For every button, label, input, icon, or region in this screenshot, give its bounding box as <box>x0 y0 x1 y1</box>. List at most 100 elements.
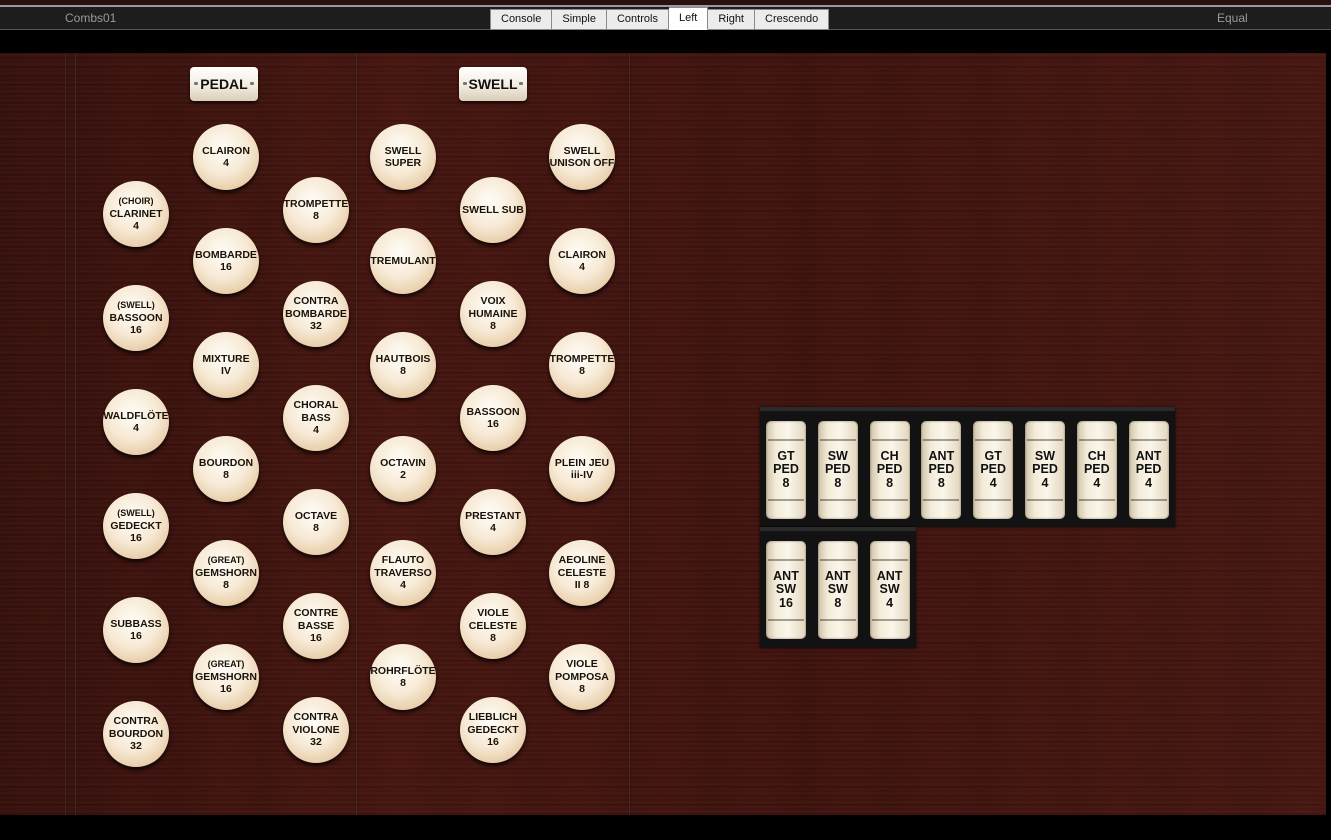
stop-knob-pitch: iii-IV <box>570 469 594 481</box>
coupler-tablet-label: PED <box>1135 462 1162 477</box>
coupler-tablet-row2-1[interactable]: ANT SW 16 <box>766 541 806 639</box>
view-tabs: Console Simple Controls Left Right Cresc… <box>490 7 830 30</box>
stop-knob-swell-col3-3[interactable]: TROMPETTE 8 <box>549 318 615 398</box>
stop-knob-pedal-col1-5[interactable]: SUBBASS 16 <box>103 583 169 663</box>
stop-knob-pedal-col2-4[interactable]: BOURDON 8 <box>193 422 259 502</box>
stop-knob-pitch: 4 <box>313 424 319 437</box>
stop-knob-pedal-col1-3[interactable]: WALDFLÖTE 4 <box>103 375 169 455</box>
stop-knob-pitch: 16 <box>487 418 499 430</box>
coupler-tablet-label: PED <box>824 462 851 477</box>
stop-knob-pitch: 4 <box>579 261 585 273</box>
stop-knob-pedal-col2-1[interactable]: CLAIRON 4 <box>193 110 259 190</box>
stop-knob-pedal-col1-4[interactable]: (SWELL) GEDECKT 16 <box>103 479 169 559</box>
stop-knob-pitch: 8 <box>400 365 406 377</box>
tab-crescendo[interactable]: Crescendo <box>755 9 830 30</box>
stop-knob-pitch: IV <box>221 365 231 377</box>
coupler-tablet-label: 8 <box>834 475 842 490</box>
tab-console[interactable]: Console <box>490 9 553 30</box>
coupler-tablet-label: ANT <box>876 568 903 583</box>
bottom-band <box>0 815 1331 840</box>
stop-knob-name: VIOLE CELESTE <box>468 607 518 632</box>
stop-knob-division: (GREAT) <box>207 659 245 670</box>
coupler-tablet-label: GT <box>777 448 795 463</box>
stop-knob-name: GEMSHORN <box>195 670 257 683</box>
stop-knob-swell-col2-3[interactable]: BASSOON 16 <box>460 371 526 451</box>
coupler-tablet-row1-5[interactable]: GT PED 4 <box>973 421 1014 519</box>
panel-right-edge <box>1326 53 1331 815</box>
stop-knob-division: (SWELL) <box>117 300 155 311</box>
stop-knob-swell-col3-2[interactable]: CLAIRON 4 <box>549 214 615 294</box>
stop-knob-division: (GREAT) <box>207 555 245 566</box>
stop-knob-pitch: 16 <box>130 532 142 545</box>
stop-knob-name: CONTRA VIOLONE <box>292 711 340 736</box>
stop-knob-pedal-col2-6[interactable]: (GREAT) GEMSHORN 16 <box>193 630 259 710</box>
stop-knob-swell-col1-6[interactable]: ROHRFLÖTE 8 <box>370 630 436 710</box>
temperament-label[interactable]: Equal <box>1217 11 1248 25</box>
coupler-tablet-label: ANT <box>824 568 851 583</box>
tab-controls[interactable]: Controls <box>606 9 669 30</box>
stop-knob-name: CLAIRON <box>558 248 606 261</box>
coupler-tablet-label: ANT <box>773 568 799 583</box>
stop-knob-swell-col1-4[interactable]: OCTAVIN 2 <box>370 422 436 502</box>
coupler-tablet-row1-2[interactable]: SW PED 8 <box>817 421 858 519</box>
stop-knob-swell-col3-6[interactable]: VIOLE POMPOSA 8 <box>549 630 615 710</box>
coupler-tablet-label: PED <box>1032 462 1058 477</box>
stop-knob-swell-col3-5[interactable]: AEOLINE CELESTE II 8 <box>549 526 615 606</box>
stop-knob-swell-col2-2[interactable]: VOIX HUMAINE 8 <box>460 267 526 347</box>
tab-right[interactable]: Right <box>708 9 755 30</box>
stop-knob-pedal-col3-1[interactable]: TROMPETTE 8 <box>283 163 349 243</box>
stop-knob-swell-col2-6[interactable]: LIEBLICH GEDECKT 16 <box>460 683 526 763</box>
stop-knob-name: CONTRE BASSE <box>293 607 339 632</box>
stop-knob-name: OCTAVE <box>294 509 338 522</box>
stop-knob-swell-col1-5[interactable]: FLAUTO TRAVERSO 4 <box>370 526 436 606</box>
stop-knob-swell-col2-5[interactable]: VIOLE CELESTE 8 <box>460 579 526 659</box>
stop-knob-swell-col1-3[interactable]: HAUTBOIS 8 <box>370 318 436 398</box>
coupler-tablet-row1-7[interactable]: CH PED 4 <box>1076 421 1117 519</box>
stop-knob-pitch: II 8 <box>574 579 590 592</box>
stop-knob-pedal-col3-6[interactable]: CONTRA VIOLONE 32 <box>283 683 349 763</box>
stop-knob-pedal-col2-2[interactable]: BOMBARDE 16 <box>193 214 259 294</box>
coupler-tablet-row1-3[interactable]: CH PED 8 <box>869 421 910 519</box>
stop-knob-pedal-col1-2[interactable]: (SWELL) BASSOON 16 <box>103 271 169 351</box>
stop-knob-swell-col3-1[interactable]: SWELL UNISON OFF <box>549 110 615 190</box>
coupler-tablet-row2-3[interactable]: ANT SW 4 <box>869 541 910 639</box>
coupler-tablet-label: 8 <box>937 475 945 490</box>
stop-knob-pedal-col1-1[interactable]: (CHOIR) CLARINET 4 <box>103 167 169 247</box>
stop-knob-name: BASSOON <box>109 311 163 324</box>
stop-knob-pedal-col2-3[interactable]: MIXTURE IV <box>193 318 259 398</box>
stop-knob-name: AEOLINE CELESTE <box>557 554 607 579</box>
stop-knob-pedal-col2-5[interactable]: (GREAT) GEMSHORN 8 <box>193 526 259 606</box>
coupler-tablet-label: 4 <box>886 595 894 610</box>
stop-knob-pedal-col3-2[interactable]: CONTRA BOMBARDE 32 <box>283 267 349 347</box>
stop-knob-swell-col1-2[interactable]: TREMULANT <box>370 214 436 294</box>
tab-simple[interactable]: Simple <box>552 9 607 30</box>
stop-knob-swell-col1-1[interactable]: SWELL SUPER <box>370 110 436 190</box>
stop-knob-swell-col2-4[interactable]: PRESTANT 4 <box>460 475 526 555</box>
coupler-tablet-label: 8 <box>886 475 894 490</box>
stop-knob-pedal-col1-6[interactable]: CONTRA BOURDON 32 <box>103 687 169 767</box>
coupler-tablet-label: SW <box>879 582 900 597</box>
coupler-tablet-label: GT <box>984 448 1002 463</box>
stop-knob-name: HAUTBOIS <box>375 352 431 365</box>
stop-knob-name: CHORAL BASS <box>293 399 339 424</box>
stop-knob-name: MIXTURE <box>202 352 250 365</box>
stop-knob-swell-col2-1[interactable]: SWELL SUB <box>460 163 526 243</box>
stop-knob-swell-col3-4[interactable]: PLEIN JEU iii-IV <box>549 422 615 502</box>
stop-knob-pedal-col3-4[interactable]: OCTAVE 8 <box>283 475 349 555</box>
coupler-tablet-row1-1[interactable]: GT PED 8 <box>766 421 806 519</box>
coupler-tablet-label: PED <box>773 462 799 477</box>
coupler-tablet-label: CH <box>880 448 899 463</box>
coupler-tablet-row1-4[interactable]: ANT PED 8 <box>921 421 962 519</box>
coupler-tablet-row1-6[interactable]: SW PED 4 <box>1025 421 1065 519</box>
stop-knob-pedal-col3-5[interactable]: CONTRE BASSE 16 <box>283 579 349 659</box>
coupler-tablet-row2-2[interactable]: ANT SW 8 <box>817 541 858 639</box>
coupler-tablet-row1-8[interactable]: ANT PED 4 <box>1128 421 1169 519</box>
stop-knob-name: VOIX HUMAINE <box>468 295 518 320</box>
tab-left[interactable]: Left <box>668 7 709 30</box>
stop-knob-name: SWELL SUPER <box>384 144 422 170</box>
combination-label[interactable]: Combs01 <box>65 11 116 25</box>
swell-division-nameplate: SWELL <box>459 67 527 101</box>
coupler-tablet-label: SW <box>827 582 848 597</box>
stop-knob-pitch: 16 <box>130 324 142 337</box>
stop-knob-pedal-col3-3[interactable]: CHORAL BASS 4 <box>283 371 349 451</box>
